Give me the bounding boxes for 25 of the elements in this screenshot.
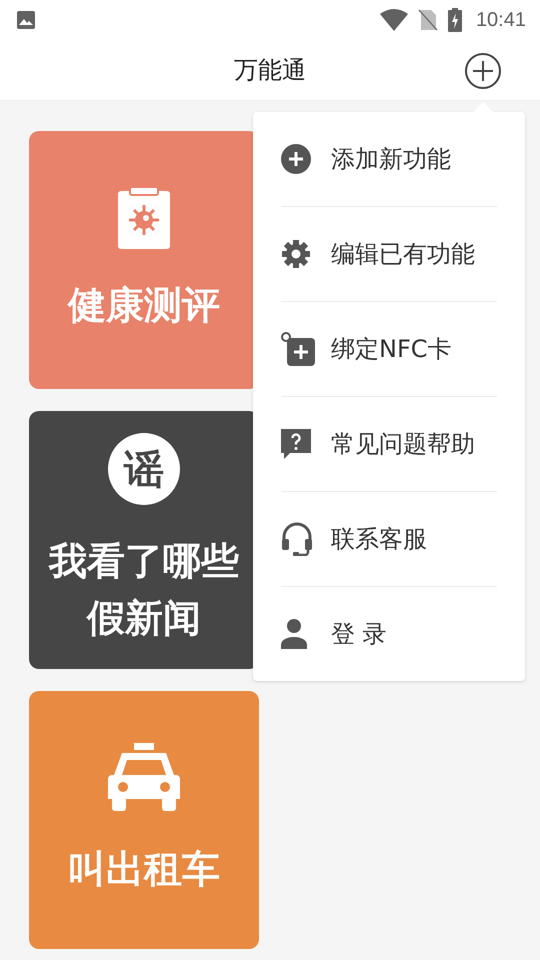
image-icon: [16, 10, 36, 30]
menu-item[interactable]: 联系客服: [331, 523, 427, 555]
battery-charging-icon: [448, 8, 462, 32]
headset-icon: [281, 522, 313, 556]
add-button[interactable]: [464, 52, 502, 90]
wifi-icon: [380, 9, 408, 31]
card-title: 我看了哪些假新闻: [48, 538, 240, 642]
card-title: 叫出租车: [68, 846, 220, 892]
gear-icon: [281, 239, 311, 269]
card-title: 健康测评: [68, 282, 220, 328]
menu-item[interactable]: 常见问题帮助: [331, 428, 475, 460]
menu-item[interactable]: 绑定NFC卡: [331, 333, 452, 365]
person-icon: [281, 619, 307, 649]
menu-item[interactable]: 编辑已有功能: [331, 238, 475, 270]
taxi-icon: [108, 742, 180, 812]
menu-item[interactable]: 添加新功能: [331, 143, 451, 175]
help-icon: [281, 429, 311, 459]
clipboard-icon: [118, 186, 170, 248]
tag-add-icon: [281, 332, 315, 366]
status-time: 10:41: [476, 8, 526, 32]
add-circle-icon: [281, 144, 311, 174]
rumor-badge: 谣: [108, 433, 180, 505]
menu-item[interactable]: 登 录: [331, 618, 387, 650]
no-sim-icon: [418, 9, 438, 31]
app-title: 万能通: [234, 55, 306, 86]
